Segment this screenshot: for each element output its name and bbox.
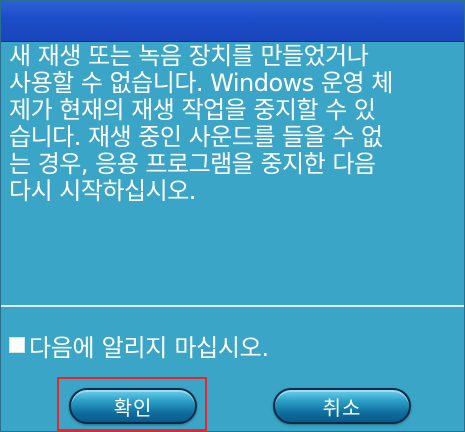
dont-show-again-checkbox[interactable]	[9, 337, 25, 353]
dialog-titlebar[interactable]	[1, 1, 464, 42]
cancel-button[interactable]: 취소	[273, 388, 411, 424]
dialog-message: 새 재생 또는 녹음 장치를 만들었거나 사용할 수 없습니다. Windows…	[9, 42, 393, 205]
dont-show-again-label[interactable]: 다음에 알리지 마십시오.	[29, 328, 269, 363]
dont-show-again-row[interactable]: 다음에 알리지 마십시오.	[9, 331, 269, 362]
ok-button[interactable]: 확인	[69, 388, 197, 424]
divider	[1, 305, 464, 307]
alert-dialog: 새 재생 또는 녹음 장치를 만들었거나 사용할 수 없습니다. Windows…	[0, 0, 465, 432]
ok-button-label: 확인	[113, 395, 153, 420]
cancel-button-label: 취소	[322, 395, 362, 420]
